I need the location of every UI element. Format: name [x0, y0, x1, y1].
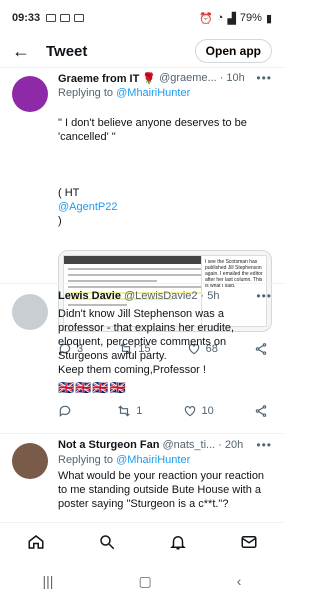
bottom-nav [0, 522, 284, 560]
mail-icon [46, 14, 57, 22]
recent-apps-icon[interactable]: ||| [43, 573, 54, 589]
system-back-icon[interactable]: ‹ [237, 573, 242, 589]
retweet-icon [118, 405, 130, 417]
divider [0, 283, 284, 284]
notification-icons [46, 14, 85, 22]
back-arrow-icon[interactable]: ← [12, 42, 40, 60]
home-button-icon[interactable]: ▢ [138, 573, 151, 590]
author-name[interactable]: Not a Sturgeon Fan [58, 439, 159, 451]
reply-context: Replying to @MhairiHunter [58, 454, 272, 466]
battery-icon: ▮ [265, 12, 272, 25]
signal-icon: ▟ [227, 12, 236, 25]
divider [0, 67, 284, 68]
tweet-lewis[interactable]: Lewis Davie @LewisDavie2 · 5h ••• Didn't… [0, 288, 284, 418]
status-bar: 09:33 ⏰ ◔ ▟ 79% ▮ [0, 0, 284, 36]
notifications-icon[interactable] [169, 533, 187, 551]
open-app-button[interactable]: Open app [194, 39, 272, 63]
tweet-text: Didn't know Jill Stephenson was a profes… [58, 308, 235, 376]
tweet-ht-close: ) [58, 215, 62, 227]
message-icon [74, 14, 85, 22]
home-icon[interactable] [27, 533, 45, 551]
tweet-time: · 20h [218, 439, 244, 451]
retweet-button[interactable]: 1 [117, 404, 142, 418]
reply-context: Replying to @MhairiHunter [58, 87, 272, 99]
tweet-time: · 5h [200, 290, 220, 302]
like-icon [184, 406, 195, 417]
page-title: Tweet [46, 42, 88, 60]
author-name[interactable]: Graeme from IT 🌹 [58, 72, 156, 85]
more-icon[interactable]: ••• [256, 289, 272, 303]
tweet-actions: 1 10 [58, 404, 272, 418]
reply-button[interactable] [58, 404, 77, 418]
tweet-quote-text: " I don't believe anyone deserves to be … [58, 117, 247, 143]
reply-icon [59, 405, 71, 417]
divider [0, 433, 284, 434]
reply-to-link[interactable]: @MhairiHunter [116, 454, 190, 466]
more-icon[interactable]: ••• [256, 438, 272, 452]
author-handle[interactable]: @LewisDavie2 [124, 290, 198, 302]
reply-prefix: Replying to [58, 87, 114, 99]
mention-link[interactable]: @AgentP22 [58, 201, 118, 213]
avatar[interactable] [12, 443, 48, 479]
tweet-ht-text: ( HT [58, 187, 80, 199]
top-bar: ← Tweet Open app [0, 36, 284, 66]
gallery-icon [60, 14, 71, 22]
author-handle[interactable]: @nats_ti... [162, 439, 215, 451]
tweet-text: " I don't believe anyone deserves to be … [58, 102, 272, 242]
reply-prefix: Replying to [58, 454, 114, 466]
battery-level: 79% [239, 12, 262, 24]
share-icon [255, 405, 267, 417]
alarm-icon: ⏰ [199, 12, 213, 25]
reply-to-link[interactable]: @MhairiHunter [116, 87, 190, 99]
avatar[interactable] [12, 294, 48, 330]
share-button[interactable] [254, 404, 268, 418]
like-button[interactable]: 10 [183, 404, 214, 418]
search-icon[interactable] [98, 533, 116, 551]
tweet-text: What would be your reaction your reactio… [58, 470, 265, 510]
like-count: 10 [201, 405, 214, 417]
more-icon[interactable]: ••• [256, 71, 272, 85]
flag-emojis: 🇬🇧🇬🇧🇬🇧🇬🇧 [58, 380, 127, 395]
wifi-icon: ◔ [216, 12, 224, 24]
author-handle[interactable]: @graeme... [159, 72, 217, 84]
author-name[interactable]: Lewis Davie [58, 290, 121, 302]
messages-icon[interactable] [240, 533, 258, 551]
status-time: 09:33 [12, 12, 41, 24]
retweet-count: 1 [136, 405, 143, 417]
tweet-time: · 10h [219, 72, 245, 84]
system-nav-bar: ||| ▢ ‹ [0, 562, 284, 600]
avatar[interactable] [12, 76, 48, 112]
tweet-not-a-sturgeon-fan[interactable]: Not a Sturgeon Fan @nats_ti... · 20h •••… [0, 437, 284, 511]
